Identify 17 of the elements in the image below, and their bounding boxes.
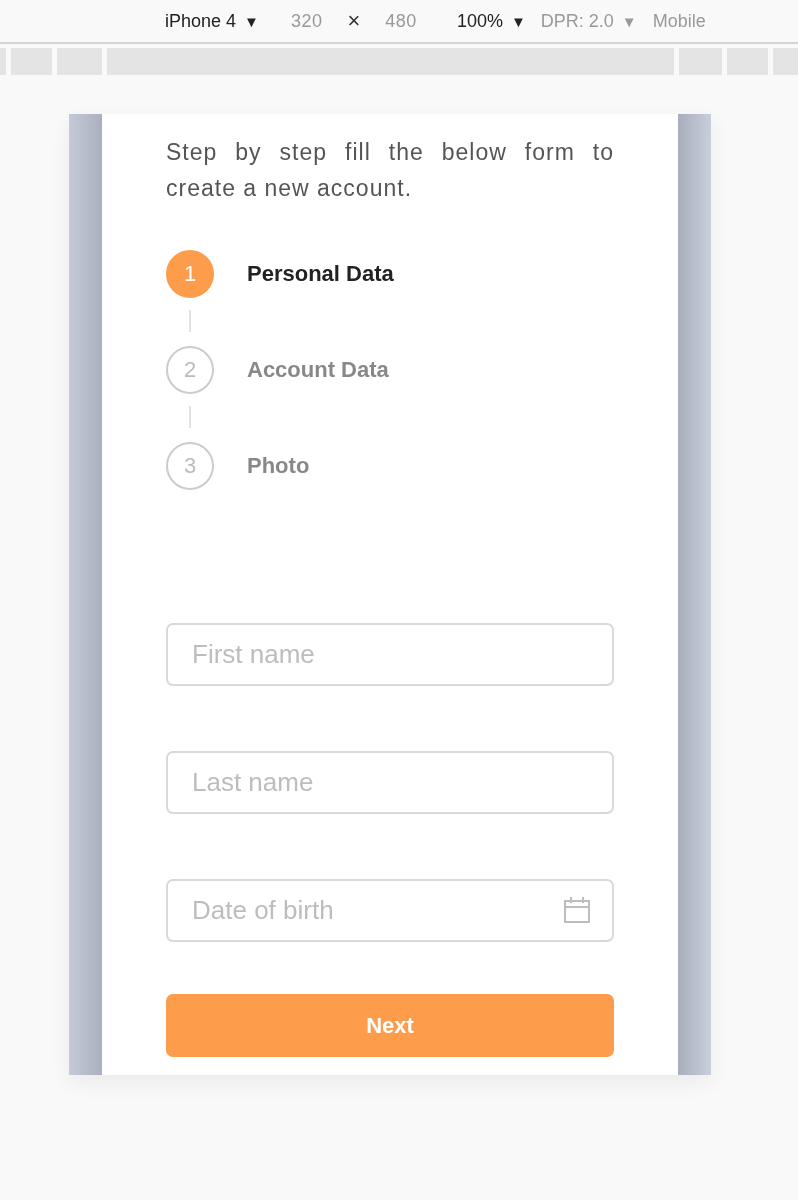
step-label[interactable]: Personal Data — [247, 261, 394, 287]
step-number: 1 — [166, 250, 214, 298]
calendar-icon — [564, 897, 590, 923]
step-number: 2 — [166, 346, 214, 394]
step-number: 3 — [166, 442, 214, 490]
step-label[interactable]: Account Data — [247, 357, 389, 383]
next-button[interactable]: Next — [166, 994, 614, 1057]
input-field[interactable]: Last name — [166, 751, 614, 814]
dropdown[interactable]: iPhone 4 ▼ — [165, 10, 259, 32]
date-field[interactable]: Date of birth — [166, 879, 614, 942]
step-label[interactable]: Photo — [247, 453, 310, 479]
intro-text: Step by step fill the below form to create a new account. — [166, 138, 614, 203]
size-field: 320 — [290, 10, 323, 32]
dropdown[interactable]: 100% ▼ — [456, 10, 526, 32]
size-field: 480 — [385, 10, 417, 32]
times-symbol: × — [347, 8, 361, 34]
input-field[interactable]: First name — [166, 623, 614, 686]
